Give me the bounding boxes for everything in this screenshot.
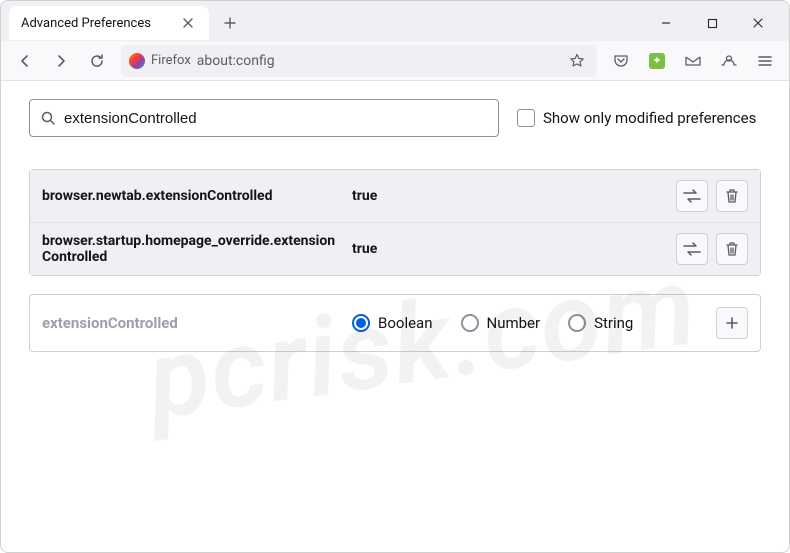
forward-button[interactable] [45, 45, 77, 77]
delete-button[interactable] [716, 180, 748, 212]
account-button[interactable] [713, 45, 745, 77]
delete-button[interactable] [716, 233, 748, 265]
forward-arrow-icon [53, 53, 69, 69]
account-icon [720, 53, 738, 69]
pref-row[interactable]: browser.startup.homepage_override.extens… [30, 223, 760, 275]
close-icon [752, 17, 764, 29]
toggle-icon [683, 242, 701, 256]
toggle-button[interactable] [676, 180, 708, 212]
mail-button[interactable] [677, 45, 709, 77]
pref-value: true [352, 241, 666, 257]
browser-window: Advanced Preferences [0, 0, 790, 553]
close-icon [182, 17, 194, 29]
type-radio-group: Boolean Number String [352, 314, 706, 332]
back-arrow-icon [17, 53, 33, 69]
modified-only-checkbox-row[interactable]: Show only modified preferences [517, 109, 756, 127]
url-identity-label: Firefox [151, 53, 191, 68]
radio-label: Number [487, 314, 541, 332]
trash-icon [725, 241, 739, 257]
maximize-icon [707, 18, 718, 29]
radio-icon [352, 314, 370, 332]
maximize-button[interactable] [689, 7, 735, 39]
type-radio-boolean[interactable]: Boolean [352, 314, 433, 332]
pref-name: browser.startup.homepage_override.extens… [42, 233, 342, 265]
reload-icon [89, 53, 105, 69]
new-tab-button[interactable] [215, 8, 245, 38]
add-pref-button[interactable] [716, 307, 748, 339]
pref-search-box[interactable] [29, 99, 499, 137]
add-pref-row: extensionControlled Boolean Number Strin… [29, 294, 761, 352]
close-window-button[interactable] [735, 7, 781, 39]
back-button[interactable] [9, 45, 41, 77]
hamburger-icon [757, 53, 773, 69]
minimize-icon [660, 17, 672, 29]
tab-bar: Advanced Preferences [1, 1, 789, 41]
pref-actions [676, 233, 748, 265]
minimize-button[interactable] [643, 7, 689, 39]
pref-table: browser.newtab.extensionControlled true … [29, 169, 761, 276]
url-identity: Firefox [129, 53, 191, 69]
radio-icon [461, 314, 479, 332]
close-tab-button[interactable] [179, 14, 197, 32]
radio-icon [568, 314, 586, 332]
plus-icon [223, 16, 237, 30]
pref-row[interactable]: browser.newtab.extensionControlled true [30, 170, 760, 223]
reload-button[interactable] [81, 45, 113, 77]
pref-search-input[interactable] [64, 110, 488, 127]
toggle-button[interactable] [676, 233, 708, 265]
radio-label: Boolean [378, 314, 433, 332]
about-config-content: Show only modified preferences browser.n… [1, 81, 789, 552]
pocket-button[interactable] [605, 45, 637, 77]
type-radio-string[interactable]: String [568, 314, 633, 332]
star-icon [569, 53, 585, 69]
radio-label: String [594, 314, 633, 332]
type-radio-number[interactable]: Number [461, 314, 541, 332]
mail-icon [684, 53, 702, 69]
add-pref-name: extensionControlled [42, 314, 342, 332]
window-controls [643, 7, 781, 39]
search-icon [40, 110, 56, 126]
url-bar[interactable]: Firefox about:config [121, 45, 597, 77]
modified-only-checkbox[interactable] [517, 109, 535, 127]
trash-icon [725, 188, 739, 204]
url-text: about:config [197, 53, 275, 69]
pref-name: browser.newtab.extensionControlled [42, 188, 342, 204]
firefox-logo-icon [129, 53, 145, 69]
modified-only-label: Show only modified preferences [543, 109, 756, 127]
navigation-toolbar: Firefox about:config ✦ [1, 41, 789, 81]
puzzle-icon: ✦ [649, 53, 665, 69]
plus-icon [725, 316, 739, 330]
extension-button[interactable]: ✦ [641, 45, 673, 77]
bookmark-star-button[interactable] [565, 49, 589, 73]
app-menu-button[interactable] [749, 45, 781, 77]
pref-actions [676, 180, 748, 212]
search-row: Show only modified preferences [29, 99, 761, 137]
toggle-icon [683, 189, 701, 203]
pocket-icon [613, 53, 629, 69]
tab-title: Advanced Preferences [21, 16, 151, 31]
pref-value: true [352, 188, 666, 204]
tab-advanced-preferences[interactable]: Advanced Preferences [9, 6, 209, 40]
